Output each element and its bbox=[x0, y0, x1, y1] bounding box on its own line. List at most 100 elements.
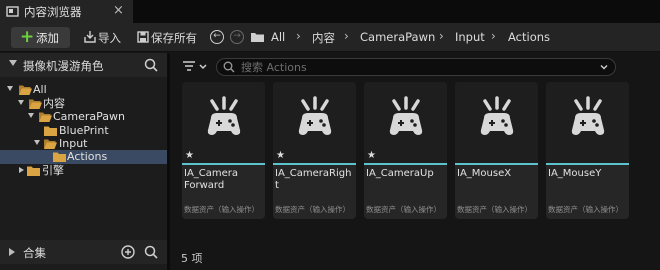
asset-type-stripe bbox=[546, 163, 629, 165]
tree-item-input[interactable]: Input bbox=[0, 137, 167, 151]
tab-content-browser[interactable]: 内容浏览器 × bbox=[0, 0, 133, 23]
folder-icon bbox=[44, 126, 57, 136]
chevron-down-icon[interactable] bbox=[28, 113, 34, 118]
content-browser-icon bbox=[6, 6, 19, 17]
collections-header[interactable]: 合集 bbox=[0, 240, 167, 264]
asset-name: IA_CameraRight bbox=[275, 168, 352, 191]
asset-type: 数据资产（输入操作） bbox=[275, 205, 350, 214]
tree-item-label: 内容 bbox=[43, 97, 65, 110]
asset-search-bar[interactable] bbox=[216, 58, 616, 76]
chevron-down-icon[interactable] bbox=[7, 86, 13, 91]
asset-name: IA_MouseX bbox=[457, 168, 512, 179]
breadcrumb-content[interactable]: 内容 bbox=[312, 30, 335, 46]
add-collection-icon[interactable] bbox=[121, 245, 135, 259]
folder-icon bbox=[251, 33, 264, 42]
asset-tile[interactable]: ★ IA_CameraUp 数据资产（输入操作） bbox=[364, 82, 447, 219]
tree-item-content[interactable]: 内容 bbox=[0, 97, 167, 111]
breadcrumb-input[interactable]: Input bbox=[455, 30, 485, 44]
folder-open-icon bbox=[44, 139, 57, 149]
asset-tile[interactable]: ★ IA_CameraRight 数据资产（输入操作） bbox=[273, 82, 356, 219]
add-button-label: 添加 bbox=[36, 31, 59, 45]
asset-tile[interactable]: IA_MouseY 数据资产（输入操作） bbox=[546, 82, 629, 219]
back-button[interactable]: ← bbox=[210, 30, 224, 44]
forward-button[interactable]: → bbox=[230, 30, 244, 44]
save-icon bbox=[137, 31, 149, 43]
tree-item-blueprint[interactable]: BluePrint bbox=[0, 124, 167, 138]
input-action-icon bbox=[207, 96, 241, 135]
import-button[interactable]: 导入 bbox=[83, 27, 128, 48]
chevron-down-icon[interactable] bbox=[34, 140, 40, 145]
chevron-down-icon[interactable] bbox=[18, 100, 24, 105]
chevron-right-icon[interactable] bbox=[19, 167, 24, 173]
asset-type-stripe bbox=[182, 163, 265, 165]
asset-name: IA_MouseY bbox=[548, 168, 602, 179]
input-action-icon bbox=[571, 96, 605, 135]
tree-item-camerapawn[interactable]: CameraPawn bbox=[0, 110, 167, 124]
input-action-icon bbox=[298, 96, 332, 135]
arrow-right-icon: → bbox=[233, 31, 241, 41]
chevron-right-icon: › bbox=[296, 29, 301, 43]
tree-item-label: BluePrint bbox=[59, 124, 109, 137]
arrow-left-icon: ← bbox=[213, 31, 221, 41]
chevron-right-icon: › bbox=[439, 29, 444, 43]
asset-type: 数据资产（输入操作） bbox=[457, 205, 532, 214]
tree-item-label: 引擎 bbox=[42, 164, 64, 177]
folder-icon bbox=[27, 166, 40, 176]
breadcrumb-all[interactable]: All bbox=[271, 30, 285, 44]
plus-icon: + bbox=[20, 27, 35, 47]
star-icon: ★ bbox=[185, 150, 194, 161]
asset-thumbnail bbox=[546, 82, 629, 163]
search-icon[interactable] bbox=[144, 245, 158, 259]
asset-tile[interactable]: ★ IA_Camera Forward 数据资产（输入操作） bbox=[182, 82, 265, 219]
folder-open-icon bbox=[19, 85, 32, 95]
asset-thumbnail bbox=[182, 82, 265, 163]
search-input[interactable] bbox=[241, 60, 591, 74]
chevron-down-icon[interactable] bbox=[9, 60, 17, 66]
save-all-button-label: 保存所有 bbox=[151, 31, 197, 45]
close-icon[interactable]: × bbox=[113, 3, 124, 19]
filter-icon[interactable] bbox=[182, 60, 208, 74]
asset-type-stripe bbox=[273, 163, 356, 165]
tree-item-label: Actions bbox=[67, 150, 108, 163]
asset-name: IA_CameraUp bbox=[366, 168, 434, 179]
toolbar: + 添加 导入 保存所有 ← → All › 内容 › CameraPawn ›… bbox=[0, 23, 660, 52]
asset-type: 数据资产（输入操作） bbox=[366, 205, 441, 214]
asset-thumbnail bbox=[273, 82, 356, 163]
title-bar: 内容浏览器 × bbox=[0, 0, 660, 23]
tree-item-label: CameraPawn bbox=[53, 110, 126, 123]
star-icon: ★ bbox=[276, 150, 285, 161]
tree-item-actions[interactable]: Actions bbox=[0, 150, 167, 164]
tree-item-all[interactable]: All bbox=[0, 83, 167, 97]
save-all-button[interactable]: 保存所有 bbox=[136, 27, 202, 48]
breadcrumb-camerapawn[interactable]: CameraPawn bbox=[360, 30, 435, 44]
asset-view: ★ IA_Camera Forward 数据资产（输入操作） ★ IA_Came… bbox=[173, 53, 660, 270]
star-icon: ★ bbox=[367, 150, 376, 161]
sources-header[interactable]: 摄像机漫游角色 bbox=[0, 53, 167, 77]
asset-thumbnail bbox=[455, 82, 538, 163]
chevron-right-icon: › bbox=[491, 29, 496, 43]
asset-thumbnail bbox=[364, 82, 447, 163]
import-icon bbox=[84, 31, 96, 43]
asset-name: IA_Camera Forward bbox=[184, 168, 239, 191]
search-icon[interactable] bbox=[144, 58, 158, 72]
input-action-icon bbox=[389, 96, 423, 135]
sources-panel: 摄像机漫游角色 All 内容 CameraPawn BluePrint Inpu… bbox=[0, 53, 170, 270]
asset-type-stripe bbox=[455, 163, 538, 165]
asset-type-stripe bbox=[364, 163, 447, 165]
import-button-label: 导入 bbox=[98, 31, 121, 45]
chevron-right-icon: › bbox=[344, 29, 349, 43]
chevron-down-icon[interactable] bbox=[600, 63, 608, 71]
folder-open-icon bbox=[39, 112, 52, 122]
breadcrumb-actions[interactable]: Actions bbox=[508, 30, 550, 44]
asset-type: 数据资产（输入操作） bbox=[184, 205, 259, 214]
asset-type: 数据资产（输入操作） bbox=[548, 205, 623, 214]
chevron-right-icon[interactable] bbox=[9, 248, 15, 256]
input-action-icon bbox=[480, 96, 514, 135]
tree-item-engine[interactable]: 引擎 bbox=[0, 164, 167, 178]
tab-title: 内容浏览器 bbox=[24, 5, 82, 19]
tree-item-label: All bbox=[33, 83, 47, 96]
add-button[interactable]: + 添加 bbox=[11, 27, 70, 48]
asset-tile[interactable]: IA_MouseX 数据资产（输入操作） bbox=[455, 82, 538, 219]
tree-item-label: Input bbox=[59, 137, 88, 150]
search-icon bbox=[223, 61, 235, 73]
